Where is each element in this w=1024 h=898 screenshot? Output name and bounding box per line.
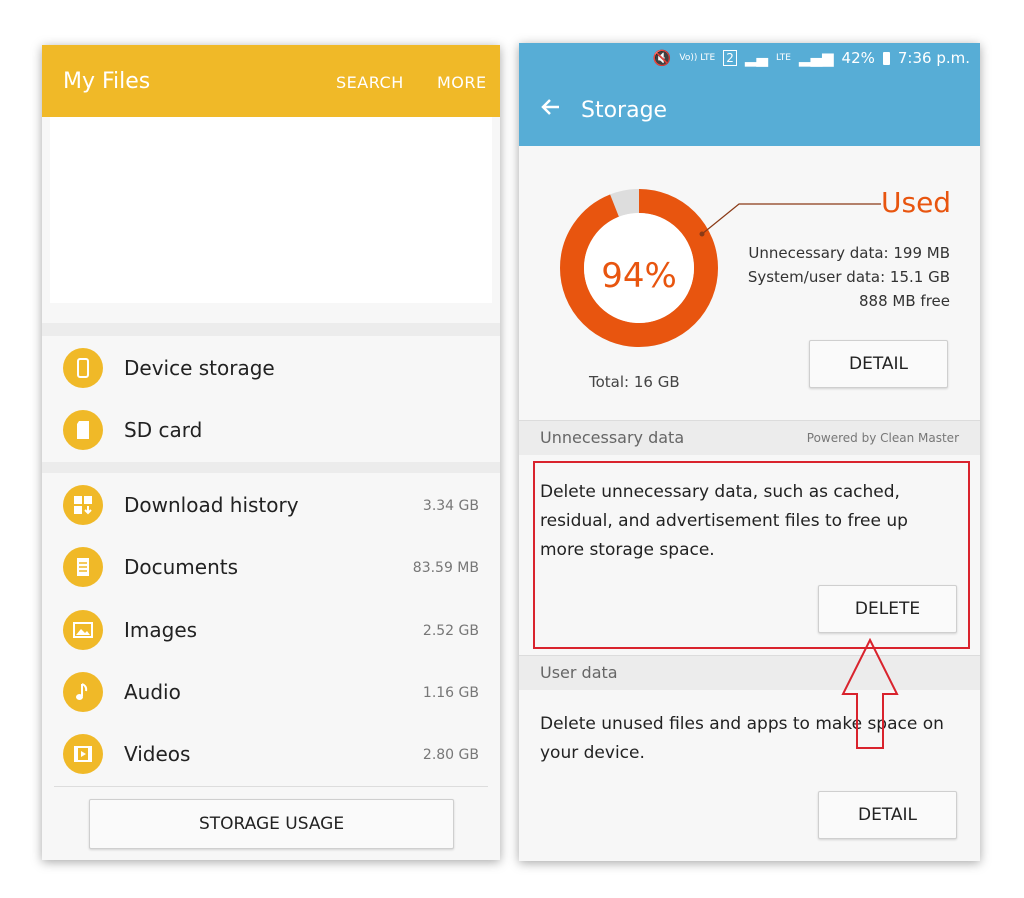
user-data-header: User data <box>519 655 980 690</box>
up-arrow-annotation <box>841 638 899 749</box>
storage-usage-button[interactable]: STORAGE USAGE <box>89 799 454 849</box>
signal-icon: ▂▄ <box>744 49 768 67</box>
volte-indicator: Vo)) LTE <box>679 52 716 63</box>
free-space-info: 888 MB free <box>859 292 950 310</box>
music-note-icon <box>63 672 103 712</box>
used-label: Used <box>881 186 952 219</box>
back-arrow-icon[interactable] <box>539 95 563 119</box>
documents-size: 83.59 MB <box>412 560 479 576</box>
device-storage-item[interactable]: Device storage <box>42 338 500 400</box>
document-icon <box>63 547 103 587</box>
download-icon <box>63 485 103 525</box>
lte-indicator: LTE <box>775 52 791 63</box>
total-storage: Total: 16 GB <box>589 373 680 391</box>
videos-label: Videos <box>124 742 191 766</box>
sim-indicator: 2 <box>723 50 737 66</box>
sd-card-icon <box>63 410 103 450</box>
recent-files-area <box>50 117 492 303</box>
used-percent: 94% <box>601 256 677 296</box>
phone-icon <box>63 348 103 388</box>
videos-size: 2.80 GB <box>422 747 479 763</box>
audio-label: Audio <box>124 680 181 704</box>
sd-card-label: SD card <box>124 418 203 442</box>
divider <box>54 786 488 787</box>
images-size: 2.52 GB <box>422 623 479 639</box>
device-storage-label: Device storage <box>124 356 275 380</box>
download-history-item[interactable]: Download history 3.34 GB <box>42 475 500 537</box>
unnecessary-data-info: Unnecessary data: 199 MB <box>748 244 950 262</box>
unnecessary-data-header: Unnecessary data Powered by Clean Master <box>519 420 980 455</box>
film-icon <box>63 734 103 774</box>
powered-by-label: Powered by Clean Master <box>806 431 959 445</box>
signal-icon: ▂▄▆ <box>798 49 834 67</box>
documents-label: Documents <box>124 555 239 579</box>
page-title: Storage <box>581 98 668 123</box>
more-button[interactable]: MORE <box>437 73 487 92</box>
mute-icon: 🔇 <box>652 49 672 67</box>
audio-size: 1.16 GB <box>422 685 479 701</box>
page-title: My Files <box>63 69 151 94</box>
section-divider <box>42 323 500 336</box>
download-history-label: Download history <box>124 493 299 517</box>
battery-icon <box>882 51 890 65</box>
images-label: Images <box>124 618 198 642</box>
used-callout-line <box>699 203 881 237</box>
audio-item[interactable]: Audio 1.16 GB <box>42 662 500 724</box>
detail-button[interactable]: DETAIL <box>809 340 948 388</box>
app-bar: My Files SEARCH MORE <box>42 45 500 117</box>
storage-summary: 94% Used Unnecessary data: 199 MB System… <box>519 146 980 420</box>
clock: 7:36 p.m. <box>897 49 970 67</box>
storage-screen: 🔇 Vo)) LTE 2 ▂▄ LTE ▂▄▆ 42% 7:36 p.m. St… <box>519 43 980 861</box>
images-item[interactable]: Images 2.52 GB <box>42 600 500 662</box>
status-bar: 🔇 Vo)) LTE 2 ▂▄ LTE ▂▄▆ 42% 7:36 p.m. <box>653 49 970 67</box>
section-title: User data <box>540 663 618 682</box>
videos-item[interactable]: Videos 2.80 GB <box>42 724 500 786</box>
section-divider <box>42 462 500 473</box>
section-title: Unnecessary data <box>540 428 685 447</box>
image-icon <box>63 610 103 650</box>
system-user-data-info: System/user data: 15.1 GB <box>747 268 950 286</box>
app-bar: 🔇 Vo)) LTE 2 ▂▄ LTE ▂▄▆ 42% 7:36 p.m. St… <box>519 43 980 146</box>
sd-card-item[interactable]: SD card <box>42 400 500 462</box>
search-button[interactable]: SEARCH <box>336 73 404 92</box>
user-data-detail-button[interactable]: DETAIL <box>818 791 957 839</box>
documents-item[interactable]: Documents 83.59 MB <box>42 537 500 599</box>
battery-percent: 42% <box>841 49 875 67</box>
my-files-screen: My Files SEARCH MORE Device storage SD c… <box>42 45 500 860</box>
highlight-box <box>533 461 970 649</box>
download-history-size: 3.34 GB <box>422 498 479 514</box>
